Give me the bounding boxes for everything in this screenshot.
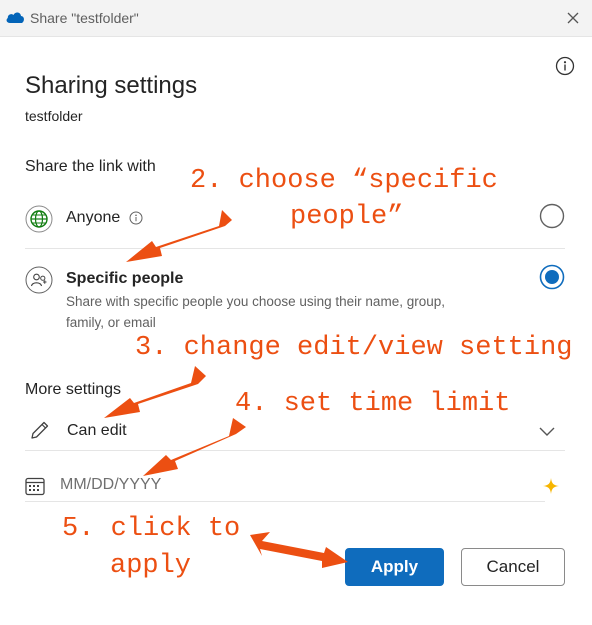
info-icon[interactable] — [555, 56, 575, 76]
option-anyone[interactable]: Anyone — [66, 209, 143, 227]
more-settings-label: More settings — [25, 381, 122, 398]
annotation-step-5-line-1: 5. click to — [62, 514, 241, 544]
pencil-icon — [31, 421, 49, 439]
globe-icon — [25, 205, 53, 233]
radio-anyone[interactable] — [539, 203, 565, 229]
annotation-step-2-line-1: 2. choose “specific — [190, 166, 498, 196]
option-anyone-label: Anyone — [66, 209, 121, 226]
apply-button[interactable]: Apply — [345, 548, 444, 586]
annotation-step-2-line-2: people” — [290, 202, 404, 232]
radio-specific-people[interactable] — [539, 264, 565, 290]
annotation-step-5-line-2: apply — [110, 551, 192, 581]
item-name: testfolder — [25, 108, 83, 124]
share-link-with-label: Share the link with — [25, 158, 156, 175]
close-icon[interactable] — [562, 7, 584, 29]
permission-dropdown[interactable]: Can edit — [67, 422, 127, 440]
sparkle-icon — [543, 478, 559, 494]
info-icon[interactable] — [129, 211, 143, 225]
arrow-step-4 — [143, 418, 246, 476]
title-bar: Share "testfolder" — [0, 0, 592, 37]
divider — [25, 248, 565, 249]
window-title: Share "testfolder" — [30, 10, 139, 26]
calendar-icon — [25, 477, 45, 496]
option-specific-people-description: Share with specific people you choose us… — [66, 294, 445, 330]
expiration-date-input[interactable] — [58, 470, 532, 500]
divider — [25, 450, 565, 451]
page-title: Sharing settings — [25, 72, 198, 99]
annotation-step-3: 3. change edit/view setting — [135, 333, 573, 363]
cancel-button[interactable]: Cancel — [461, 548, 565, 586]
annotation-step-4: 4. set time limit — [235, 389, 511, 419]
divider — [25, 501, 545, 502]
onedrive-cloud-icon — [6, 12, 24, 23]
chevron-down-icon[interactable] — [538, 422, 556, 440]
arrow-step-5 — [250, 532, 348, 568]
option-specific-people[interactable]: Specific people — [66, 270, 183, 288]
people-icon — [25, 266, 53, 294]
